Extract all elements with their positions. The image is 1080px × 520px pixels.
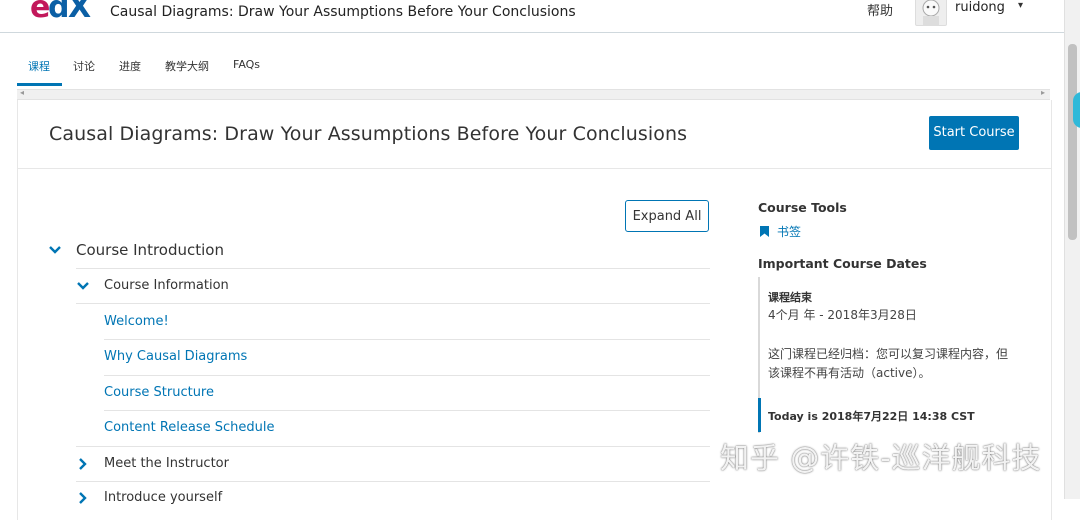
divider [104,375,710,376]
subsection-title[interactable]: Course Information [104,278,229,293]
divider [104,339,710,340]
svg-text:X: X [68,0,91,20]
chevron-right-icon[interactable] [78,457,88,471]
chevron-down-icon[interactable] [48,244,62,256]
chevron-right-icon[interactable] [78,491,88,505]
username[interactable]: ruidong [955,0,1005,15]
start-course-button[interactable]: Start Course [929,116,1019,150]
course-end-label: 课程结束 [768,291,812,304]
scroll-left-icon[interactable]: ◂ [20,88,24,97]
divider [76,268,710,269]
subsection-title[interactable]: Meet the Instructor [104,456,229,471]
expand-all-button[interactable]: Expand All [625,200,709,232]
unit-link-content-release-schedule[interactable]: Content Release Schedule [104,420,275,435]
page-title: Causal Diagrams: Draw Your Assumptions B… [49,123,688,145]
top-header: e d X Causal Diagrams: Draw Your Assumpt… [0,0,1064,33]
watermark: 知乎 @许铁-巡洋舰科技 [720,441,1042,475]
header-course-title: Causal Diagrams: Draw Your Assumptions B… [110,4,576,20]
tab-progress[interactable]: 进度 [119,58,141,74]
edx-logo[interactable]: e d X [30,0,94,20]
today-marker [758,398,761,432]
divider [76,303,710,304]
unit-link-welcome[interactable]: Welcome! [104,314,169,329]
scroll-right-icon[interactable]: ▸ [1041,88,1045,97]
course-tools-heading: Course Tools [758,200,847,215]
unit-link-why-causal-diagrams[interactable]: Why Causal Diagrams [104,349,247,364]
tab-discussion[interactable]: 讨论 [73,58,95,74]
course-end-date: 4个月 年 - 2018年3月28日 [768,308,917,322]
tab-syllabus[interactable]: 教学大纲 [165,58,209,74]
divider [76,481,710,482]
tab-faqs[interactable]: FAQs [233,58,260,71]
section-title[interactable]: Course Introduction [76,241,224,259]
help-link[interactable]: 帮助 [867,0,893,19]
divider [104,410,710,411]
divider [76,446,710,447]
avatar[interactable] [915,0,947,26]
chevron-down-icon[interactable] [76,280,90,292]
subsection-title[interactable]: Introduce yourself [104,490,222,505]
bookmarks-link[interactable]: 书签 [777,223,801,240]
today-date: Today is 2018年7月22日 14:38 CST [768,410,975,423]
unit-link-course-structure[interactable]: Course Structure [104,385,214,400]
archive-notice: 这门课程已经归档：您可以复习课程内容，但该课程不再有活动（active）。 [768,347,1009,380]
scrollbar-thumb[interactable] [1068,44,1077,240]
user-menu-caret-icon[interactable]: ▾ [1018,0,1023,11]
active-tab-indicator [17,83,62,86]
course-header: Causal Diagrams: Draw Your Assumptions B… [18,100,1051,169]
bookmark-icon [760,226,769,237]
svg-text:d: d [48,0,69,20]
content-horizontal-scrollbar[interactable]: ◂ ▸ [17,88,1050,100]
window-scrollbar[interactable] [1064,0,1080,499]
floating-side-widget[interactable] [1073,92,1080,128]
important-dates-heading: Important Course Dates [758,256,927,271]
tab-course[interactable]: 课程 [28,58,50,74]
